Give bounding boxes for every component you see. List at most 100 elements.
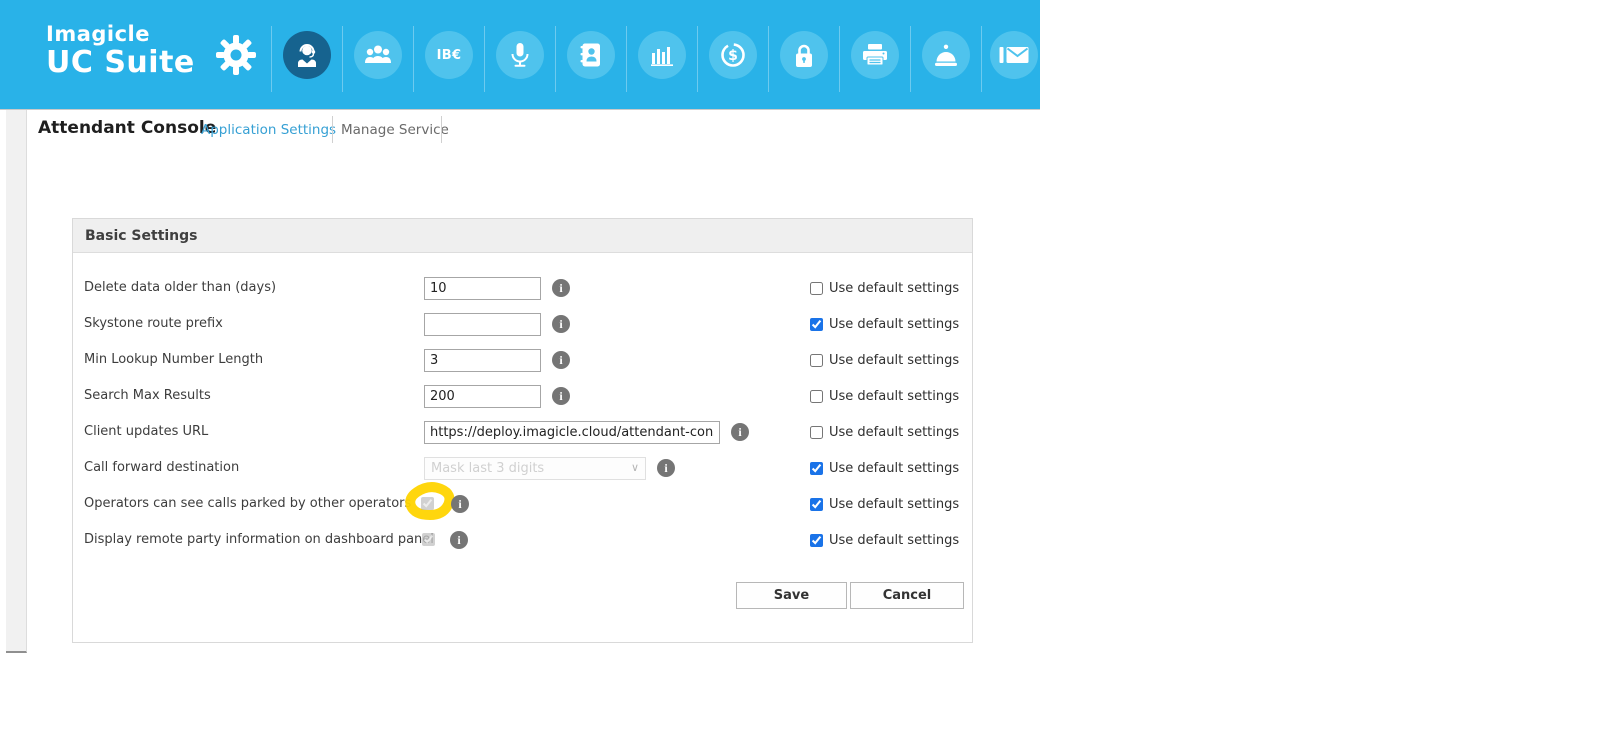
form-row: Min Lookup Number Length i Use default s… <box>73 343 972 377</box>
people-group-icon <box>363 43 393 67</box>
gear-icon <box>214 33 258 77</box>
envelope-send-icon <box>999 45 1029 65</box>
svg-text:$: $ <box>728 48 738 64</box>
billing-icon[interactable]: $ <box>709 31 757 79</box>
use-default-checkbox[interactable] <box>810 354 823 367</box>
contacts-directory-icon[interactable] <box>567 31 615 79</box>
settings-gear-icon[interactable] <box>214 33 258 77</box>
headset-person-icon <box>294 42 320 68</box>
skystone-prefix-input[interactable] <box>424 313 541 336</box>
logo-line1: Imagicle <box>46 22 195 46</box>
use-default-option[interactable]: Use default settings <box>810 487 959 521</box>
use-default-option[interactable]: Use default settings <box>810 379 959 413</box>
info-icon[interactable]: i <box>552 315 570 333</box>
printer-icon <box>861 43 889 67</box>
print-to-fax-icon[interactable] <box>851 31 899 79</box>
tab-manage-service[interactable]: Manage Service <box>341 122 449 138</box>
separator <box>626 26 627 92</box>
contact-book-icon <box>579 42 603 68</box>
use-default-option[interactable]: Use default settings <box>810 523 959 557</box>
field-label: Client updates URL <box>84 415 208 449</box>
call-forward-select-wrap: Mask last 3 digits ∨ <box>424 457 646 480</box>
use-default-checkbox[interactable] <box>810 282 823 295</box>
use-default-label: Use default settings <box>829 353 959 368</box>
use-default-option[interactable]: Use default settings <box>810 451 959 485</box>
info-icon[interactable]: i <box>552 279 570 297</box>
separator <box>271 26 272 92</box>
info-icon[interactable]: i <box>657 459 675 477</box>
use-default-option[interactable]: Use default settings <box>810 343 959 377</box>
form-row: Search Max Results i Use default setting… <box>73 379 972 413</box>
separator <box>768 26 769 92</box>
use-default-label: Use default settings <box>829 497 959 512</box>
field-label: Search Max Results <box>84 379 211 413</box>
lock-icon <box>793 42 815 69</box>
separator <box>484 26 485 92</box>
separator <box>413 26 414 92</box>
client-updates-url-input[interactable] <box>424 421 720 444</box>
info-icon[interactable]: i <box>552 351 570 369</box>
min-lookup-length-input[interactable] <box>424 349 541 372</box>
delete-days-input[interactable] <box>424 277 541 300</box>
budget-control-icon[interactable]: IB€ <box>425 31 473 79</box>
bell-icon <box>933 43 959 67</box>
separator <box>441 116 442 143</box>
phone-lock-icon[interactable] <box>780 31 828 79</box>
separator <box>981 26 982 92</box>
call-forward-destination-select[interactable]: Mask last 3 digits <box>424 457 646 480</box>
form-row: Operators can see calls parked by other … <box>73 487 972 521</box>
use-default-checkbox[interactable] <box>810 426 823 439</box>
field-label: Skystone route prefix <box>84 307 223 341</box>
use-default-label: Use default settings <box>829 389 959 404</box>
dollar-circle-icon: $ <box>719 41 747 69</box>
use-default-label: Use default settings <box>829 317 959 332</box>
display-remote-party-checkbox[interactable] <box>422 533 435 546</box>
field-label: Delete data older than (days) <box>84 271 276 305</box>
user-groups-icon[interactable] <box>354 31 402 79</box>
use-default-checkbox[interactable] <box>810 318 823 331</box>
use-default-checkbox[interactable] <box>810 498 823 511</box>
form-row: Display remote party information on dash… <box>73 523 972 557</box>
call-recording-icon[interactable] <box>496 31 544 79</box>
info-icon[interactable]: i <box>731 423 749 441</box>
basic-settings-panel: Basic Settings Delete data older than (d… <box>72 218 973 643</box>
left-gutter <box>6 110 27 653</box>
imagicle-logo: Imagicle UC Suite <box>46 22 195 81</box>
bar-chart-icon <box>649 44 675 66</box>
mail-queue-icon[interactable] <box>990 31 1038 79</box>
separator <box>332 116 333 143</box>
field-label: Operators can see calls parked by other … <box>84 487 411 521</box>
hotel-services-icon[interactable] <box>922 31 970 79</box>
separator <box>697 26 698 92</box>
microphone-icon <box>508 41 532 69</box>
search-max-results-input[interactable] <box>424 385 541 408</box>
use-default-checkbox[interactable] <box>810 534 823 547</box>
info-icon[interactable]: i <box>552 387 570 405</box>
use-default-label: Use default settings <box>829 461 959 476</box>
field-label: Call forward destination <box>84 451 239 485</box>
reports-icon[interactable] <box>638 31 686 79</box>
info-icon[interactable]: i <box>450 531 468 549</box>
save-button[interactable]: Save <box>736 582 847 609</box>
use-default-option[interactable]: Use default settings <box>810 271 959 305</box>
form-row: Client updates URL i Use default setting… <box>73 415 972 449</box>
tab-application-settings[interactable]: Application Settings <box>201 122 336 138</box>
use-default-option[interactable]: Use default settings <box>810 307 959 341</box>
form-row: Skystone route prefix i Use default sett… <box>73 307 972 341</box>
attendant-console-icon[interactable] <box>283 31 331 79</box>
info-icon[interactable]: i <box>451 495 469 513</box>
operators-see-parked-checkbox[interactable] <box>421 497 434 510</box>
field-label: Min Lookup Number Length <box>84 343 263 377</box>
use-default-option[interactable]: Use default settings <box>810 415 959 449</box>
use-default-label: Use default settings <box>829 281 959 296</box>
separator <box>342 26 343 92</box>
separator <box>839 26 840 92</box>
use-default-checkbox[interactable] <box>810 462 823 475</box>
use-default-checkbox[interactable] <box>810 390 823 403</box>
separator <box>910 26 911 92</box>
use-default-label: Use default settings <box>829 533 959 548</box>
cancel-button[interactable]: Cancel <box>850 582 964 609</box>
form-row: Delete data older than (days) i Use defa… <box>73 271 972 305</box>
logo-line2: UC Suite <box>46 46 195 81</box>
panel-title: Basic Settings <box>73 219 972 253</box>
